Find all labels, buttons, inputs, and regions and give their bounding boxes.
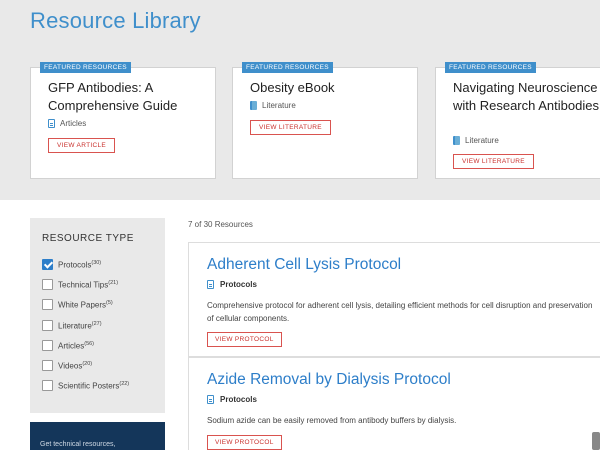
featured-badge: FEATURED RESOURCES (242, 62, 333, 73)
filter-option-label: Articles (58, 341, 85, 351)
result-card: Adherent Cell Lysis Protocol Protocols C… (188, 242, 600, 357)
resource-type-filter: RESOURCE TYPE Protocols(30) Technical Ti… (30, 218, 165, 413)
featured-card[interactable]: FEATURED RESOURCES Navigating Neuroscien… (435, 62, 600, 179)
document-icon (48, 119, 55, 128)
featured-card-type: Literature (453, 136, 499, 145)
view-literature-button[interactable]: VIEW LITERATURE (250, 120, 331, 135)
result-description: Comprehensive protocol for adherent cell… (207, 301, 593, 323)
featured-card-type: Articles (48, 119, 86, 128)
filter-option-videos[interactable]: Videos(20) (42, 360, 92, 371)
checkbox-checked[interactable] (42, 259, 53, 270)
view-literature-button[interactable]: VIEW LITERATURE (453, 154, 534, 169)
result-title[interactable]: Azide Removal by Dialysis Protocol (207, 371, 451, 389)
filter-option-white-papers[interactable]: White Papers(5) (42, 299, 113, 310)
featured-card-title[interactable]: Navigating Neuroscience with Research An… (453, 79, 600, 115)
book-icon (453, 136, 460, 145)
featured-card[interactable]: FEATURED RESOURCES Obesity eBook Literat… (232, 62, 418, 179)
promo-text: Get technical resources, (40, 441, 116, 448)
featured-card-title[interactable]: GFP Antibodies: A Comprehensive Guide (48, 79, 208, 115)
filter-option-count: (5) (106, 299, 113, 306)
result-type: Protocols (207, 395, 257, 404)
featured-card[interactable]: FEATURED RESOURCES GFP Antibodies: A Com… (30, 62, 216, 179)
filter-option-count: (30) (91, 259, 102, 266)
filter-title: RESOURCE TYPE (42, 233, 134, 244)
filter-option-protocols[interactable]: Protocols(30) (42, 259, 101, 270)
result-type-label: Protocols (220, 395, 257, 404)
filter-option-count: (56) (84, 340, 95, 347)
result-title[interactable]: Adherent Cell Lysis Protocol (207, 256, 401, 274)
result-description: Sodium azide can be easily removed from … (207, 416, 457, 425)
filter-option-label: Protocols (58, 260, 92, 270)
checkbox[interactable] (42, 279, 53, 290)
featured-card-type-label: Articles (60, 119, 87, 128)
filter-option-label: Literature (58, 321, 92, 331)
page-title: Resource Library (30, 8, 201, 33)
featured-card-type-label: Literature (262, 101, 296, 110)
filter-option-scientific-posters[interactable]: Scientific Posters(22) (42, 380, 129, 391)
filter-option-literature[interactable]: Literature(27) (42, 320, 102, 331)
technical-resources-promo[interactable]: Get technical resources, (30, 422, 165, 450)
filter-option-technical-tips[interactable]: Technical Tips(21) (42, 279, 118, 290)
featured-card-type-label: Literature (465, 136, 499, 145)
document-icon (207, 395, 214, 404)
view-article-button[interactable]: VIEW ARTICLE (48, 138, 115, 153)
checkbox[interactable] (42, 320, 53, 331)
filter-option-label: Technical Tips (58, 280, 109, 290)
filter-option-articles[interactable]: Articles(56) (42, 340, 94, 351)
filter-option-count: (20) (82, 360, 93, 367)
result-type-label: Protocols (220, 280, 257, 289)
checkbox[interactable] (42, 360, 53, 371)
document-icon (207, 280, 214, 289)
view-protocol-button[interactable]: VIEW PROTOCOL (207, 332, 282, 347)
book-icon (250, 101, 257, 110)
results-count: 7 of 30 Resources (188, 220, 253, 229)
featured-badge: FEATURED RESOURCES (445, 62, 536, 73)
checkbox[interactable] (42, 299, 53, 310)
scrollbar-thumb[interactable] (592, 432, 600, 450)
featured-badge: FEATURED RESOURCES (40, 62, 131, 73)
featured-section: Resource Library FEATURED RESOURCES GFP … (0, 0, 600, 200)
filter-option-count: (27) (91, 320, 102, 327)
featured-card-title[interactable]: Obesity eBook (250, 79, 410, 97)
filter-option-label: Videos (58, 361, 83, 371)
featured-card-type: Literature (250, 101, 296, 110)
result-type: Protocols (207, 280, 257, 289)
checkbox[interactable] (42, 340, 53, 351)
filter-option-label: White Papers (58, 300, 107, 310)
filter-option-label: Scientific Posters (58, 381, 120, 391)
filter-option-count: (21) (108, 279, 119, 286)
result-card: Azide Removal by Dialysis Protocol Proto… (188, 357, 600, 450)
view-protocol-button[interactable]: VIEW PROTOCOL (207, 435, 282, 450)
checkbox[interactable] (42, 380, 53, 391)
filter-option-count: (22) (119, 380, 130, 387)
